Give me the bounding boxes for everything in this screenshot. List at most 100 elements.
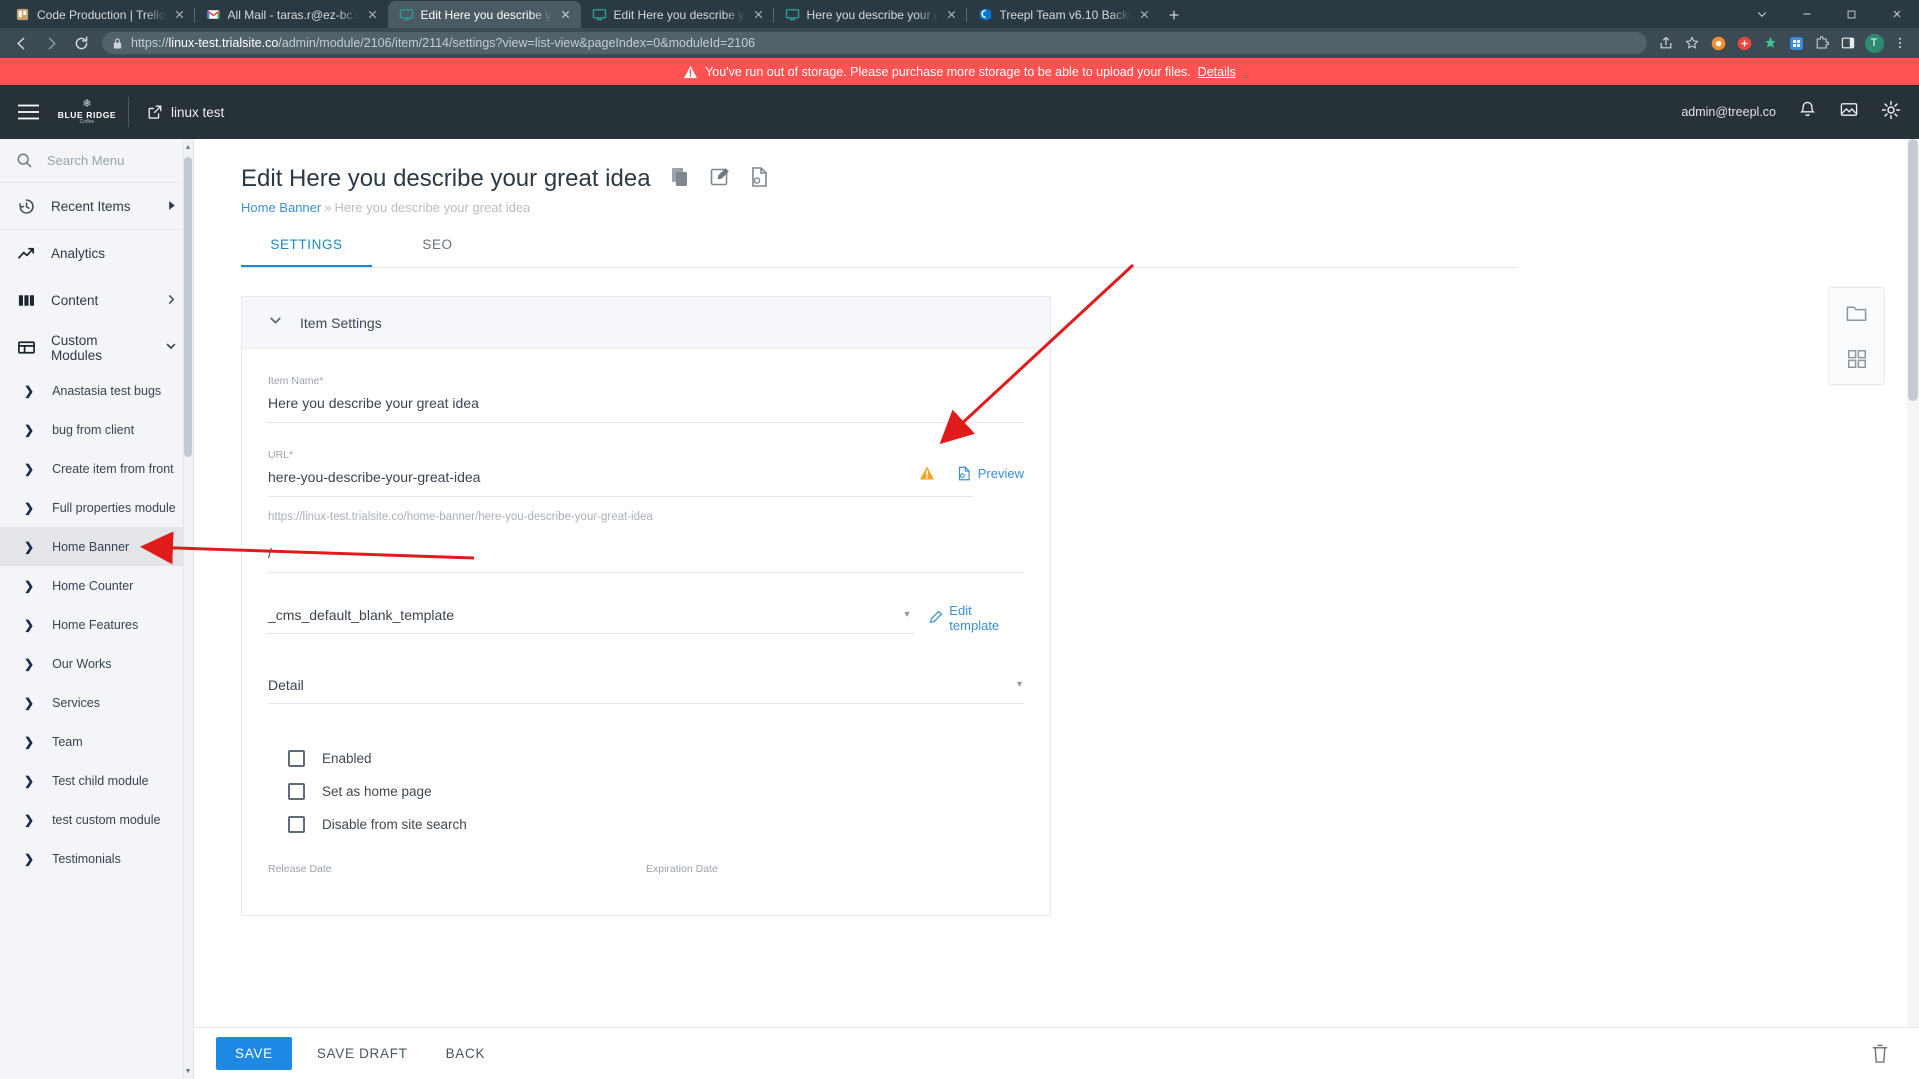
window-more-button[interactable]	[1739, 0, 1784, 28]
sidebar-item-anastasia-test-bugs[interactable]: ❯ Anastasia test bugs	[0, 371, 193, 410]
checkbox-box[interactable]	[288, 816, 305, 833]
browser-tab[interactable]: Code Production | Trello	[4, 1, 195, 28]
browser-tab[interactable]: Here you describe your great idea	[772, 1, 967, 28]
save-draft-button[interactable]: SAVE DRAFT	[304, 1037, 421, 1070]
sidebar-item-custom-modules[interactable]: Custom Modules	[0, 324, 193, 371]
close-icon[interactable]	[559, 8, 572, 21]
template-select[interactable]: _cms_default_blank_template ▾	[268, 607, 914, 634]
file-manager-button[interactable]	[1845, 301, 1869, 325]
preview-page-button[interactable]	[749, 166, 771, 193]
panel-header[interactable]: Item Settings	[242, 297, 1050, 349]
parent-path-value[interactable]: /	[268, 537, 1024, 572]
browser-tab-title: All Mail - taras.r@ez-bc.com - EZ	[227, 7, 359, 22]
sidebar-item-home-features[interactable]: ❯ Home Features	[0, 605, 193, 644]
site-link[interactable]: linux test	[147, 104, 224, 120]
extension-blue-button[interactable]	[1783, 30, 1809, 56]
sidebar-item-team[interactable]: ❯ Team	[0, 722, 193, 761]
sidebar-item-bug-from-client[interactable]: ❯ bug from client	[0, 410, 193, 449]
main-scrollbar[interactable]	[1907, 139, 1919, 1079]
browser-tab-active[interactable]: Edit Here you describe your great	[387, 1, 581, 28]
share-button[interactable]	[1653, 30, 1679, 56]
forward-button[interactable]	[36, 29, 66, 57]
sidebar-item-label: Home Features	[52, 617, 139, 632]
sidebar-item-home-counter[interactable]: ❯ Home Counter	[0, 566, 193, 605]
preview-link[interactable]: Preview	[957, 466, 1024, 481]
main-scrollbar-thumb[interactable]	[1908, 139, 1918, 401]
profile-button[interactable]: T	[1861, 30, 1887, 56]
tab-seo[interactable]: SEO	[372, 237, 503, 267]
settings-button[interactable]	[1881, 100, 1901, 125]
scroll-up-arrow-icon[interactable]: ▲	[184, 141, 192, 153]
close-window-button[interactable]	[1874, 0, 1919, 28]
checkbox-set-as-home-page[interactable]: Set as home page	[268, 767, 1024, 800]
close-icon[interactable]	[752, 8, 765, 21]
edit-item-button[interactable]	[709, 166, 731, 193]
chevron-down-icon[interactable]: ▾	[1017, 679, 1022, 690]
browser-menu-button[interactable]	[1887, 30, 1913, 56]
sidebar-item-services[interactable]: ❯ Services	[0, 683, 193, 722]
checkbox-disable-from-site-search[interactable]: Disable from site search	[268, 800, 1024, 833]
sidebar-item-our-works[interactable]: ❯ Our Works	[0, 644, 193, 683]
close-icon[interactable]	[366, 8, 379, 21]
item-name-field[interactable]: Item Name* Here you describe your great …	[268, 349, 1024, 423]
close-icon[interactable]	[1138, 8, 1151, 21]
monitor-icon	[592, 9, 606, 21]
sidebar-scrollbar-thumb[interactable]	[184, 157, 192, 457]
copy-item-button[interactable]	[669, 166, 691, 193]
warning-triangle-icon[interactable]	[919, 465, 935, 481]
sidebar-scrollbar[interactable]: ▲ ▼	[183, 139, 193, 1079]
back-button[interactable]: BACK	[433, 1037, 499, 1070]
checkbox-box[interactable]	[288, 783, 305, 800]
browser-tab[interactable]: All Mail - taras.r@ez-bc.com - EZ	[193, 1, 388, 28]
delete-button[interactable]	[1867, 1041, 1893, 1067]
browser-tab[interactable]: Treepl Team v6.10 Backlog - Board	[965, 1, 1160, 28]
apps-grid-button[interactable]	[1845, 347, 1869, 371]
browser-tab[interactable]: Edit Here you describe your great	[581, 1, 774, 28]
sidebar-item-test-custom-module[interactable]: ❯ test custom module	[0, 800, 193, 839]
chevron-down-icon[interactable]: ▾	[905, 609, 910, 620]
detail-select[interactable]: Detail ▾	[268, 634, 1024, 704]
close-icon[interactable]	[173, 8, 186, 21]
close-icon[interactable]	[945, 8, 958, 21]
bookmark-button[interactable]	[1679, 30, 1705, 56]
checkbox-enabled[interactable]: Enabled	[268, 736, 1024, 767]
sidebar-item-analytics[interactable]: Analytics	[0, 230, 193, 277]
maximize-button[interactable]	[1829, 0, 1874, 28]
sidebar-item-recent-items[interactable]: Recent Items	[0, 183, 193, 230]
minimize-button[interactable]	[1784, 0, 1829, 28]
tab-settings[interactable]: SETTINGS	[241, 237, 372, 267]
sidebar-item-content[interactable]: Content	[0, 277, 193, 324]
extension-orange-button[interactable]	[1705, 30, 1731, 56]
release-date-field[interactable]: Release Date	[268, 863, 646, 875]
breadcrumb-parent-link[interactable]: Home Banner	[241, 200, 321, 215]
new-tab-button[interactable]	[1160, 1, 1188, 28]
extensions-button[interactable]	[1809, 30, 1835, 56]
edit-template-link[interactable]: Edit template	[928, 603, 1024, 633]
media-button[interactable]	[1839, 100, 1859, 124]
menu-toggle-button[interactable]	[0, 104, 56, 120]
extension-pin-button[interactable]	[1757, 30, 1783, 56]
brand-logo[interactable]: ❄ BLUE RIDGE Coffee	[56, 98, 118, 126]
expiration-date-field[interactable]: Expiration Date	[646, 863, 1024, 875]
sidebar-item-home-banner[interactable]: ❯ Home Banner	[0, 527, 193, 566]
sidebar-toggle-button[interactable]	[1835, 30, 1861, 56]
sidebar-item-test-child-module[interactable]: ❯ Test child module	[0, 761, 193, 800]
chevron-down-icon[interactable]	[268, 313, 283, 333]
notifications-button[interactable]	[1798, 100, 1817, 124]
storage-details-link[interactable]: Details	[1198, 65, 1236, 79]
reload-button[interactable]	[66, 29, 96, 57]
scroll-down-arrow-icon[interactable]: ▼	[184, 1065, 192, 1077]
url-value[interactable]: here-you-describe-your-great-idea	[268, 461, 1024, 496]
save-button[interactable]: SAVE	[216, 1037, 292, 1070]
extension-red-button[interactable]	[1731, 30, 1757, 56]
parent-path-field[interactable]: /	[268, 523, 1024, 573]
url-field[interactable]: URL* here-you-describe-your-great-idea P…	[268, 423, 1024, 523]
sidebar-item-full-properties-module[interactable]: ❯ Full properties module	[0, 488, 193, 527]
item-name-value[interactable]: Here you describe your great idea	[268, 387, 1024, 422]
sidebar-item-create-item-from-front[interactable]: ❯ Create item from front	[0, 449, 193, 488]
checkbox-box[interactable]	[288, 750, 305, 767]
search-menu-field[interactable]: Search Menu	[0, 139, 193, 183]
sidebar-item-testimonials[interactable]: ❯ Testimonials	[0, 839, 193, 878]
back-button[interactable]	[6, 29, 36, 57]
address-bar[interactable]: https://linux-test.trialsite.co/admin/mo…	[102, 32, 1647, 54]
